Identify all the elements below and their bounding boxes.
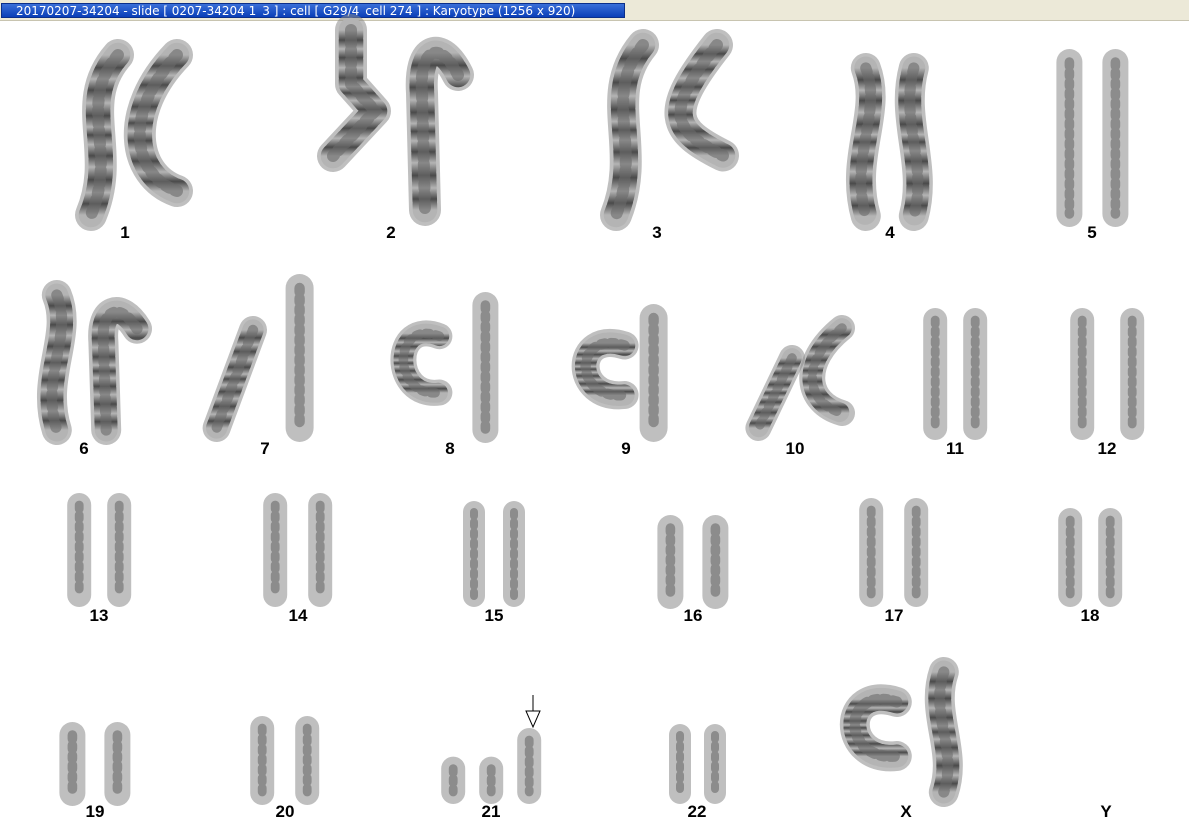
chromosome-22-svg	[668, 724, 726, 804]
window-title-tab[interactable]: 20170207-34204 - slide [ 0207-34204 1_3 …	[1, 3, 625, 18]
chromosome-6-copy-1[interactable]	[36, 280, 77, 445]
chromosome-pair-4[interactable]	[835, 53, 945, 231]
chromosome-label-12: 12	[1097, 439, 1117, 458]
chromosome-19-svg	[59, 722, 131, 806]
karyotype-panel: 1 2 3 4 5 6 7 8 9 10 11 12 13 14 15 16 17 18 19 20 21 22 X Y	[0, 14, 1189, 831]
chromosome-label-22: 22	[687, 802, 707, 821]
chromosome-label-6: 6	[79, 439, 89, 458]
chromosome-label-9: 9	[621, 439, 631, 458]
chromosome-x-copy-1[interactable]	[839, 684, 912, 772]
chromosome-pair-17[interactable]	[847, 498, 940, 607]
chromosome-7-copy-1[interactable]	[202, 316, 268, 442]
chromosome-pair-19[interactable]	[46, 722, 144, 806]
chromosome-10-svg	[744, 315, 855, 441]
chromosome-13-svg	[66, 493, 131, 607]
chromosome-18-svg	[1057, 508, 1122, 607]
chromosome-pair-18[interactable]	[1046, 508, 1134, 607]
chromosome-x-copy-2[interactable]	[924, 657, 963, 807]
chromosome-pair-16[interactable]	[644, 515, 742, 609]
chromosome-label-14: 14	[288, 606, 308, 625]
chromosome-label-20: 20	[275, 802, 295, 821]
chromosome-pair-14[interactable]	[251, 493, 344, 607]
chromosome-pair-x[interactable]	[838, 657, 975, 807]
chromosome-1-copy-1[interactable]	[75, 39, 134, 231]
chromosome-21-svg	[440, 728, 541, 804]
chromosome-pair-3[interactable]	[592, 29, 739, 231]
chromosome-label-13: 13	[89, 606, 109, 625]
chromosome-label-8: 8	[445, 439, 455, 458]
chromosome-15-svg	[463, 501, 525, 607]
chromosome-6-svg	[36, 280, 152, 445]
chromosome-4-svg	[846, 53, 933, 231]
chromosome-8-svg	[390, 292, 498, 443]
chromosome-label-1: 1	[120, 223, 130, 242]
chromosome-1-copy-2[interactable]	[123, 39, 193, 207]
chromosome-4-copy-2[interactable]	[894, 53, 933, 231]
chromosome-label-y: Y	[1100, 802, 1112, 821]
chromosome-label-21: 21	[481, 802, 501, 821]
chromosome-14-svg	[263, 493, 333, 607]
chromosome-pair-1[interactable]	[67, 39, 193, 231]
chromosome-4-copy-1[interactable]	[846, 53, 886, 231]
chromosome-pair-20[interactable]	[238, 716, 331, 805]
chromosome-12-svg	[1069, 308, 1144, 440]
chromosome-3-svg	[599, 29, 739, 231]
chromosome-label-16: 16	[683, 606, 703, 625]
title-bar: 20170207-34204 - slide [ 0207-34204 1_3 …	[0, 0, 1189, 21]
chromosome-10-copy-1[interactable]	[744, 345, 805, 441]
chromosome-pair-7[interactable]	[201, 274, 328, 442]
chromosome-11-svg	[922, 308, 987, 440]
chromosome-pair-2[interactable]	[317, 14, 474, 226]
chromosome-3-copy-2[interactable]	[664, 29, 739, 172]
karyotype-window: 20170207-34204 - slide [ 0207-34204 1_3 …	[0, 0, 1189, 831]
chromosome-9-svg	[571, 304, 668, 442]
chromosome-10-copy-2[interactable]	[798, 315, 855, 426]
chromosome-pair-12[interactable]	[1058, 308, 1156, 440]
chromosome-8-copy-1[interactable]	[390, 320, 452, 406]
chromosome-pair-11[interactable]	[911, 308, 999, 440]
chromosome-pair-21[interactable]	[429, 728, 553, 804]
chromosome-label-11: 11	[946, 439, 964, 458]
chromosome-pair-6[interactable]	[26, 280, 152, 445]
chromosome-label-4: 4	[885, 223, 895, 242]
chromosome-label-17: 17	[884, 606, 904, 625]
chromosome-label-2: 2	[386, 223, 396, 242]
chromosome-pair-10[interactable]	[744, 315, 855, 441]
chromosome-pair-22[interactable]	[658, 724, 737, 804]
chromosome-7-svg	[202, 274, 314, 442]
chromosome-2-copy-1[interactable]	[317, 14, 391, 172]
chromosome-label-3: 3	[652, 223, 662, 242]
chromosome-label-18: 18	[1080, 606, 1100, 625]
chromosome-2-copy-2[interactable]	[405, 36, 474, 226]
chromosome-label-7: 7	[260, 439, 270, 458]
chromosome-label-15: 15	[484, 606, 504, 625]
chromosome-17-svg	[859, 498, 929, 607]
chromosome-pair-15[interactable]	[452, 501, 536, 607]
chromosome-label-5: 5	[1087, 223, 1097, 242]
chromosome-x-svg	[839, 657, 963, 807]
chromosome-1-svg	[75, 39, 193, 231]
chromosome-pair-5[interactable]	[1043, 49, 1142, 227]
chromosome-20-svg	[250, 716, 320, 805]
chromosome-3-copy-1[interactable]	[599, 29, 659, 231]
chromosome-pair-8[interactable]	[389, 292, 512, 443]
chromosome-2-svg	[317, 14, 474, 226]
chromosome-pair-9[interactable]	[570, 304, 682, 442]
arrow-down-icon	[525, 695, 541, 729]
chromosome-pair-13[interactable]	[55, 493, 143, 607]
chromosome-label-10: 10	[785, 439, 805, 458]
chromosome-6-copy-2[interactable]	[87, 297, 152, 445]
chromosome-label-x: X	[900, 802, 912, 821]
chromosome-label-19: 19	[85, 802, 105, 821]
chromosome-16-svg	[657, 515, 729, 609]
chromosome-5-svg	[1055, 49, 1128, 227]
chromosome-9-copy-1[interactable]	[571, 329, 639, 410]
